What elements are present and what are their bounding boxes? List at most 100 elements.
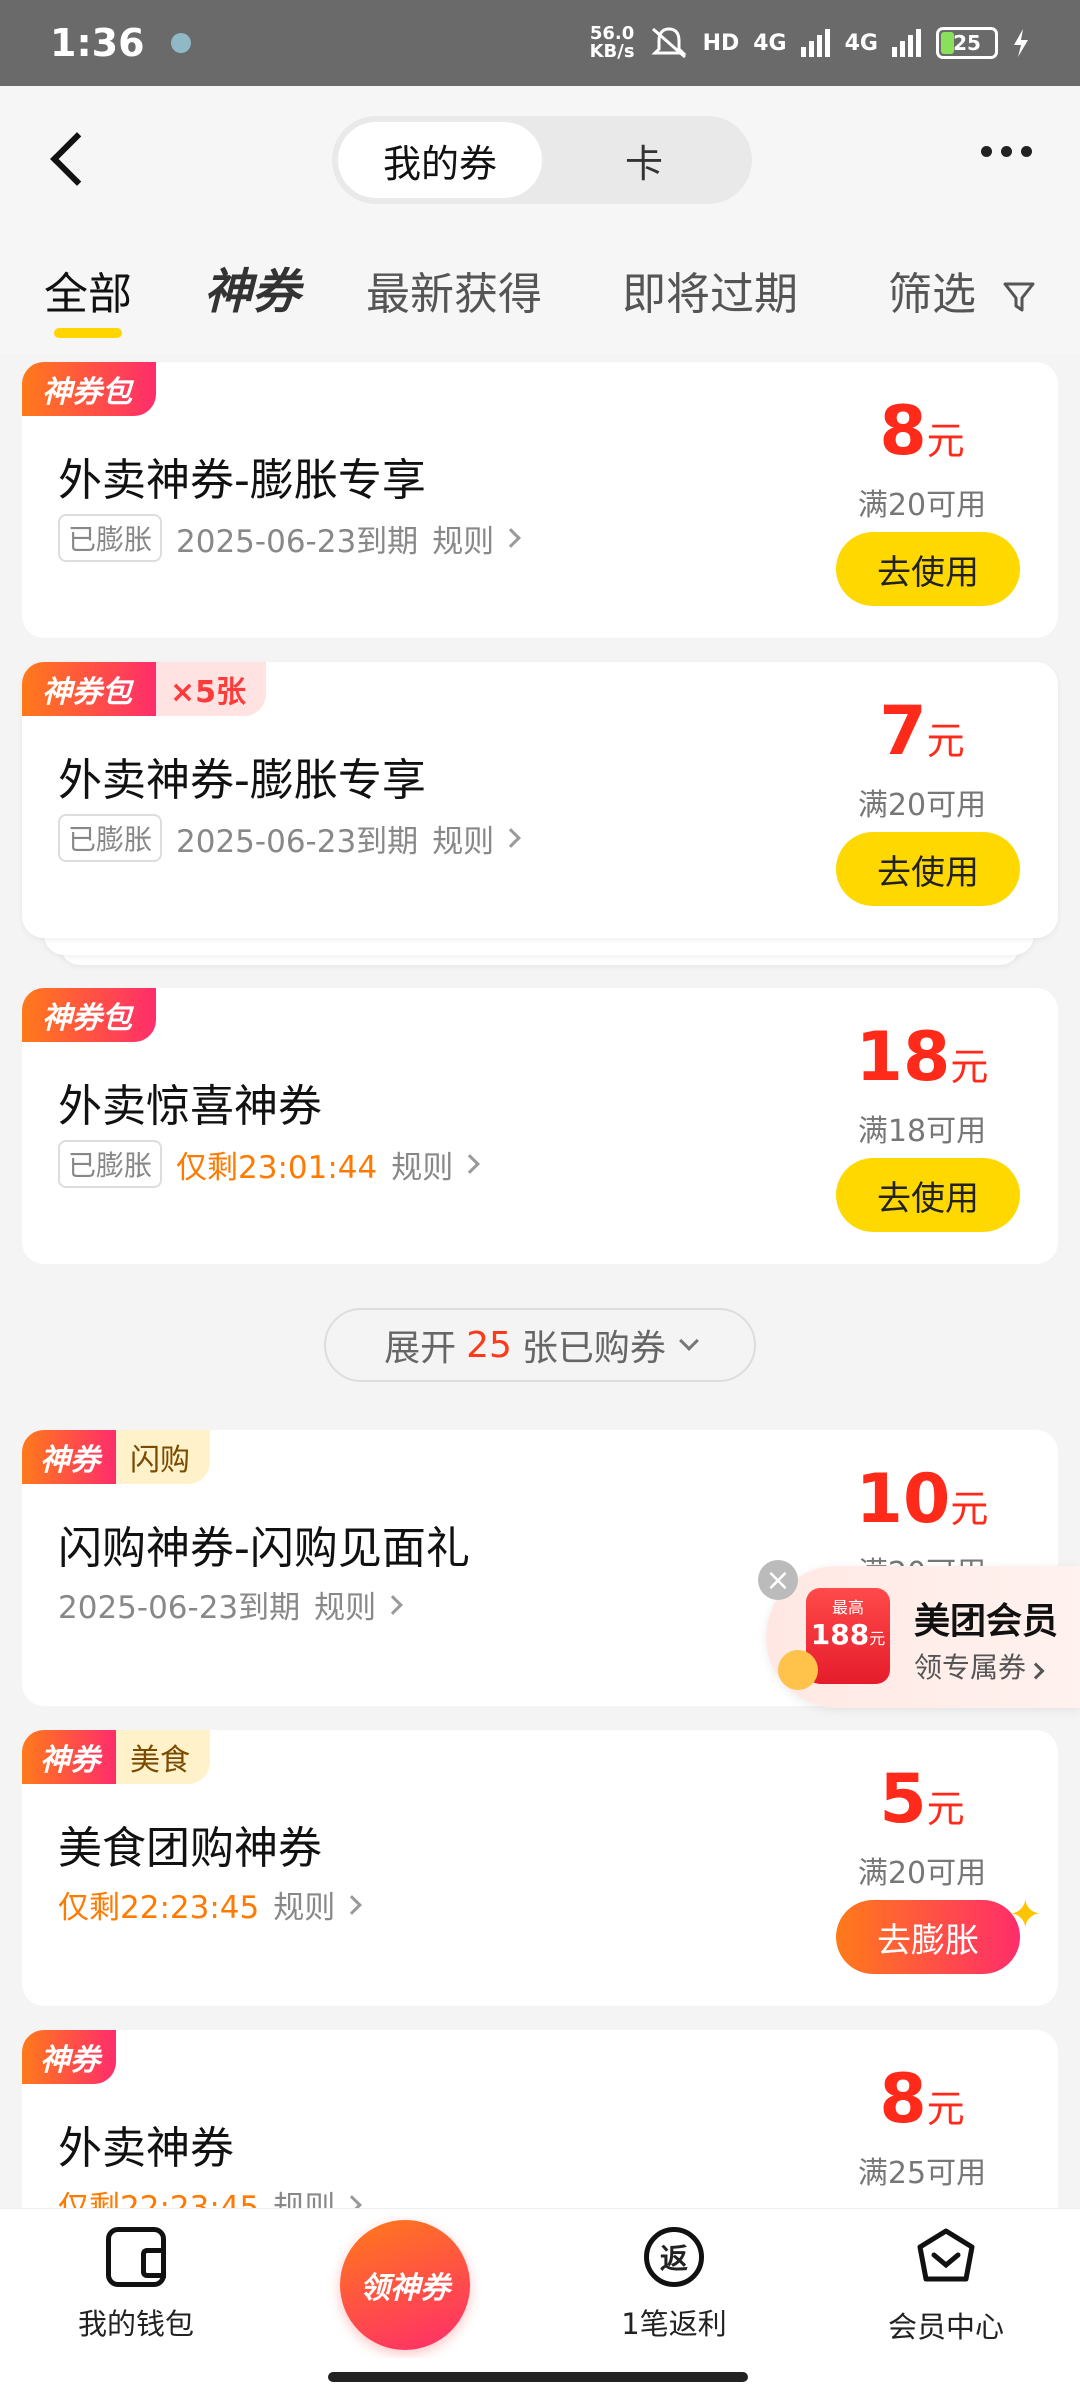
wallet-icon bbox=[106, 2227, 166, 2287]
chevron-right-icon bbox=[342, 1894, 363, 1915]
hd-indicator: HD bbox=[702, 30, 740, 56]
status-icons: 56.0 KB/s HD 4G 4G 25 bbox=[590, 25, 1030, 61]
tab-all[interactable]: 全部 bbox=[44, 258, 132, 338]
tab-latest[interactable]: 最新获得 bbox=[366, 258, 542, 322]
chevron-right-icon bbox=[501, 828, 522, 848]
expand-purchased-button[interactable]: 展开 25 张已购券 bbox=[324, 1308, 756, 1382]
rule-link[interactable]: 规则 bbox=[391, 1142, 481, 1187]
coupon-expiry: 2025-06-23到期 bbox=[176, 823, 419, 860]
tab-shenquan[interactable]: 神券 bbox=[204, 252, 300, 322]
use-button[interactable]: 去使用 bbox=[836, 1158, 1020, 1232]
rule-link[interactable]: 规则 bbox=[314, 1582, 404, 1627]
bottom-nav: 我的钱包 返 1笔返利 会员中心 bbox=[0, 2208, 1080, 2358]
coupon-amount: 8元 bbox=[879, 2060, 965, 2139]
coupon-expiry: 2025-06-23到期 bbox=[176, 523, 419, 560]
back-button[interactable] bbox=[44, 130, 94, 190]
member-subtitle: 领专属券 bbox=[914, 1646, 1045, 1686]
coupon-title: 外卖神券-膨胀专享 bbox=[58, 455, 426, 506]
tab-expiring[interactable]: 即将过期 bbox=[622, 258, 798, 322]
inflate-button[interactable]: 去膨胀 ✦ bbox=[836, 1892, 1042, 1974]
coupon-card[interactable]: 神券包 外卖惊喜神券 已膨胀 仅剩23:01:44 规则 18元 满18可用 去… bbox=[22, 988, 1058, 1264]
gift-coupon-icon: 最高 188元 bbox=[778, 1588, 890, 1690]
coupon-meta: 已膨胀 2025-06-23到期 规则 bbox=[58, 814, 522, 862]
status-bar: 1:36 56.0 KB/s HD 4G 4G 25 bbox=[0, 0, 1080, 86]
coupon-title: 外卖神券 bbox=[58, 2123, 234, 2174]
coupon-expiry: 2025-06-23到期 bbox=[58, 1590, 301, 1626]
coupon-badge: 神券包 bbox=[22, 988, 156, 1042]
use-button[interactable]: 去使用 bbox=[836, 832, 1020, 906]
coupon-condition: 满20可用 bbox=[857, 788, 987, 823]
expanded-tag: 已膨胀 bbox=[58, 1140, 163, 1188]
rebate-icon: 返 bbox=[644, 2227, 704, 2287]
nav-wallet[interactable]: 我的钱包 bbox=[36, 2227, 236, 2343]
header: 我的券 卡 bbox=[0, 86, 1080, 234]
more-button[interactable] bbox=[981, 146, 1032, 157]
close-icon[interactable]: × bbox=[758, 1560, 798, 1600]
rule-link[interactable]: 规则 bbox=[273, 1882, 363, 1927]
segment-my-coupons[interactable]: 我的券 bbox=[338, 122, 542, 198]
network-speed: 56.0 KB/s bbox=[589, 23, 635, 62]
filter-tabs: 全部 神券 最新获得 即将过期 筛选 bbox=[0, 234, 1080, 354]
member-promo-widget[interactable]: 最高 188元 美团会员 领专属券 bbox=[766, 1566, 1080, 1708]
chevron-right-icon bbox=[383, 1594, 404, 1615]
purchased-count: 25 bbox=[466, 1324, 512, 1366]
filter-icon bbox=[1003, 282, 1035, 312]
coupon-meta: 2025-06-23到期 规则 bbox=[58, 1582, 404, 1627]
coupon-title: 美食团购神券 bbox=[58, 1823, 322, 1874]
expanded-tag: 已膨胀 bbox=[58, 814, 163, 862]
segment-control: 我的券 卡 bbox=[332, 116, 752, 204]
app-notification-icon bbox=[170, 33, 191, 53]
charging-icon bbox=[1014, 29, 1028, 57]
home-indicator[interactable] bbox=[328, 2372, 748, 2382]
coupon-meta: 已膨胀 仅剩23:01:44 规则 bbox=[58, 1140, 481, 1188]
expanded-tag: 已膨胀 bbox=[58, 514, 163, 562]
tab-filter[interactable]: 筛选 bbox=[888, 258, 1036, 322]
coupon-badge: 神券包 bbox=[22, 662, 156, 716]
crown-basket-icon bbox=[917, 2228, 975, 2282]
member-title: 美团会员 bbox=[914, 1601, 1059, 1642]
coupon-badge: 神券 bbox=[22, 1730, 116, 1784]
rule-link[interactable]: 规则 bbox=[432, 816, 522, 861]
use-button[interactable]: 去使用 bbox=[836, 532, 1020, 606]
category-badge: 美食 bbox=[116, 1730, 210, 1784]
rule-link[interactable]: 规则 bbox=[432, 516, 522, 561]
coupon-amount: 18元 bbox=[855, 1018, 989, 1097]
coupon-amount: 5元 bbox=[879, 1760, 965, 1839]
coupon-amount: 7元 bbox=[879, 692, 965, 771]
segment-cards[interactable]: 卡 bbox=[542, 122, 746, 198]
coupon-badge: 神券 bbox=[22, 2030, 116, 2084]
coupon-badge: 神券包 bbox=[22, 362, 156, 416]
chevron-right-icon bbox=[501, 528, 522, 548]
coupon-title: 外卖神券-膨胀专享 bbox=[58, 755, 426, 806]
chevron-down-icon bbox=[679, 1331, 699, 1351]
coupon-condition: 满25可用 bbox=[857, 2156, 987, 2191]
coupon-condition: 满20可用 bbox=[857, 488, 987, 523]
coupon-countdown: 仅剩22:23:45 bbox=[58, 1890, 260, 1926]
coupon-title: 外卖惊喜神券 bbox=[58, 1081, 322, 1132]
coupon-card[interactable]: 神券包 ×5张 外卖神券-膨胀专享 已膨胀 2025-06-23到期 规则 7元… bbox=[22, 662, 1058, 938]
coupon-amount: 10元 bbox=[855, 1460, 989, 1539]
chevron-right-icon bbox=[1027, 1662, 1045, 1680]
coupon-title: 闪购神券-闪购见面礼 bbox=[58, 1523, 470, 1574]
network-4g-2: 4G bbox=[844, 30, 878, 56]
nav-member-center[interactable]: 会员中心 bbox=[846, 2227, 1046, 2346]
chevron-right-icon bbox=[460, 1154, 481, 1174]
coupon-badge: 神券 bbox=[22, 1430, 116, 1484]
battery-icon: 25 bbox=[936, 27, 998, 59]
signal-icon-2 bbox=[892, 29, 921, 57]
coupon-meta: 已膨胀 2025-06-23到期 规则 bbox=[58, 514, 522, 562]
coupon-countdown: 仅剩23:01:44 bbox=[176, 1149, 378, 1186]
coupon-amount: 8元 bbox=[879, 392, 965, 471]
status-time: 1:36 bbox=[50, 21, 145, 65]
network-4g-1: 4G bbox=[753, 30, 787, 56]
coupon-meta: 仅剩22:23:45 规则 bbox=[58, 1882, 363, 1927]
tab-underline bbox=[54, 328, 122, 338]
coupon-count-badge: ×5张 bbox=[156, 662, 267, 716]
sparkle-icon: ✦ bbox=[1008, 1892, 1042, 1938]
claim-coupons-button[interactable]: 领神券 bbox=[340, 2220, 470, 2350]
mute-icon bbox=[650, 27, 687, 59]
signal-icon-1 bbox=[800, 29, 830, 57]
nav-rebate[interactable]: 返 1笔返利 bbox=[574, 2227, 774, 2343]
coupon-card[interactable]: 神券 美食 美食团购神券 仅剩22:23:45 规则 5元 满20可用 去膨胀 … bbox=[22, 1730, 1058, 2006]
coupon-card[interactable]: 神券包 外卖神券-膨胀专享 已膨胀 2025-06-23到期 规则 8元 满20… bbox=[22, 362, 1058, 638]
